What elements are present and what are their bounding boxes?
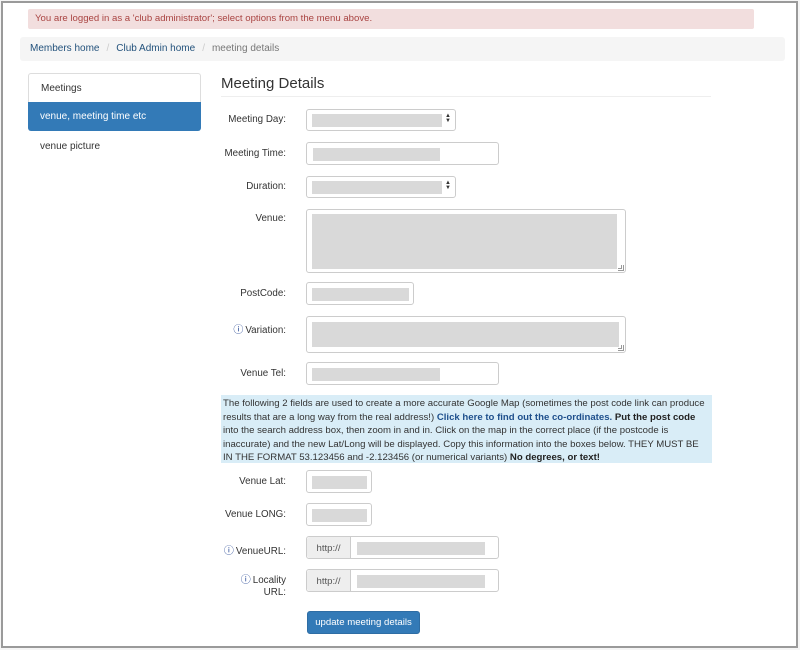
breadcrumb-club-admin-home[interactable]: Club Admin home: [116, 43, 195, 54]
info-circle-icon[interactable]: ⓘ: [233, 325, 243, 336]
redacted-value: [312, 322, 619, 347]
login-alert: You are logged in as a 'club administrat…: [28, 9, 754, 29]
venue-tel-input[interactable]: [306, 362, 499, 385]
sidebar-item-venue-meeting-time[interactable]: venue, meeting time etc: [28, 102, 201, 131]
resize-grip-icon[interactable]: [618, 345, 624, 351]
redacted-value: [312, 509, 367, 522]
venue-label: Venue:: [255, 213, 286, 224]
redacted-value: [312, 214, 617, 269]
sidebar-item-venue-picture[interactable]: venue picture: [28, 131, 201, 160]
coordinates-info-box: The following 2 fields are used to creat…: [221, 395, 712, 463]
info-circle-icon[interactable]: ⓘ: [241, 575, 251, 586]
redacted-value: [357, 575, 485, 588]
redacted-value: [313, 148, 440, 161]
meeting-day-label: Meeting Day:: [228, 114, 286, 125]
venue-lat-label: Venue Lat:: [239, 476, 286, 487]
meeting-time-label: Meeting Time:: [224, 148, 286, 159]
variation-label: ⓘ Variation:: [216, 321, 286, 336]
info-bold-2: No degrees, or text!: [509, 452, 600, 464]
locality-url-label: ⓘ Locality URL:: [216, 575, 286, 599]
venue-textarea[interactable]: [306, 209, 626, 273]
redacted-value: [312, 476, 367, 489]
redacted-value: [312, 368, 440, 381]
breadcrumb-separator: /: [202, 43, 205, 54]
duration-label: Duration:: [246, 181, 286, 192]
duration-select[interactable]: ▲ ▼: [306, 176, 456, 198]
breadcrumb-members-home[interactable]: Members home: [30, 43, 99, 54]
breadcrumb-current: meeting details: [211, 43, 280, 54]
info-circle-icon[interactable]: ⓘ: [224, 546, 234, 557]
redacted-value: [312, 288, 409, 301]
redacted-value: [312, 181, 442, 194]
venue-long-label: Venue LONG:: [225, 509, 286, 520]
info-text-2: into the search address box, then zoom i…: [223, 425, 699, 464]
page-title: Meeting Details: [221, 75, 711, 97]
login-alert-text: You are logged in as a 'club administrat…: [35, 13, 373, 24]
postcode-label: PostCode:: [240, 288, 286, 299]
find-coordinates-link[interactable]: Click here to find out the co-ordinates.: [437, 412, 612, 423]
venue-url-label: ⓘ VenueURL:: [216, 542, 286, 557]
venue-lat-input[interactable]: [306, 470, 372, 493]
page-frame: You are logged in as a 'club administrat…: [1, 1, 798, 648]
resize-grip-icon[interactable]: [618, 265, 624, 271]
venue-long-input[interactable]: [306, 503, 372, 526]
locality-url-prefix: http://: [307, 570, 351, 591]
variation-textarea[interactable]: [306, 316, 626, 353]
locality-url-label-text-1: Locality: [252, 575, 286, 586]
redacted-value: [357, 542, 485, 555]
locality-url-input[interactable]: http://: [306, 569, 499, 592]
venue-url-prefix: http://: [307, 537, 351, 558]
breadcrumb-separator: /: [106, 43, 110, 54]
redacted-value: [312, 114, 442, 127]
variation-label-text: Variation:: [245, 325, 286, 336]
locality-url-label-text-2: URL:: [263, 587, 286, 598]
postcode-input[interactable]: [306, 282, 414, 305]
breadcrumb: Members home / Club Admin home / meeting det…: [20, 37, 785, 61]
venue-url-label-text: VenueURL:: [235, 546, 286, 557]
select-arrows-icon: ▲ ▼: [445, 180, 451, 191]
sidebar-item-meetings[interactable]: Meetings: [28, 73, 201, 102]
info-bold-1: Put the post code: [612, 411, 696, 423]
select-arrows-icon: ▲ ▼: [445, 113, 451, 124]
sidebar-nav: Meetings venue, meeting time etc venue p…: [28, 73, 201, 160]
update-meeting-details-button[interactable]: update meeting details: [307, 611, 420, 634]
meeting-day-select[interactable]: ▲ ▼: [306, 109, 456, 131]
meeting-time-input[interactable]: [306, 142, 499, 165]
venue-url-input[interactable]: http://: [306, 536, 499, 559]
venue-tel-label: Venue Tel:: [240, 368, 286, 379]
